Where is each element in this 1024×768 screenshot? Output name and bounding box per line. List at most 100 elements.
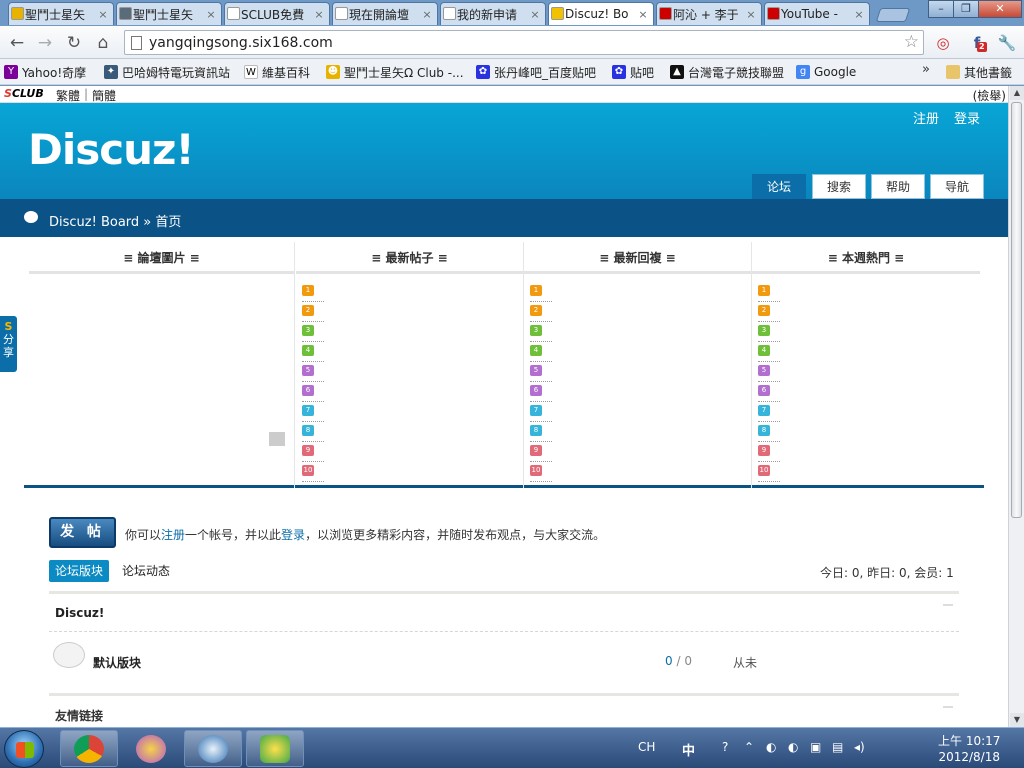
other-bookmarks[interactable]: 其他書籤 xyxy=(946,63,1012,81)
tray-icon[interactable]: ? xyxy=(722,740,728,754)
traditional-link[interactable]: 繁體 xyxy=(56,87,80,104)
hot-list-item[interactable]: 1 xyxy=(302,282,324,302)
home-icon[interactable]: ⌂ xyxy=(92,32,114,54)
maximize-button[interactable]: ❐ xyxy=(953,0,979,18)
taskbar-chrome[interactable] xyxy=(60,730,118,767)
browser-tab[interactable]: 聖鬥士星矢 × xyxy=(8,2,114,25)
browser-tab[interactable]: 阿沁 + 李于 × xyxy=(656,2,762,25)
hot-list-item[interactable]: 6 xyxy=(530,382,552,402)
share-tab[interactable]: S 分 享 xyxy=(0,316,17,372)
hot-list-item[interactable]: 3 xyxy=(758,322,780,342)
tray-icon[interactable]: ▤ xyxy=(832,740,843,754)
hot-list-item[interactable]: 3 xyxy=(530,322,552,342)
new-post-button[interactable]: 发 帖 xyxy=(49,517,116,548)
tray-icon[interactable]: ◐ xyxy=(788,740,798,754)
hot-list-item[interactable]: 2 xyxy=(758,302,780,322)
tab-close-icon[interactable]: × xyxy=(853,8,865,21)
browser-tab[interactable]: 現在開論壇 × xyxy=(332,2,438,25)
site-nav-tab[interactable]: 论坛 xyxy=(752,174,806,199)
tray-icon[interactable]: ⌃ xyxy=(744,740,754,754)
start-button[interactable] xyxy=(4,730,44,768)
bookmarks-more-icon[interactable]: » xyxy=(922,62,930,77)
taskbar-app[interactable] xyxy=(184,730,242,767)
browser-tab[interactable]: YouTube - × xyxy=(764,2,870,25)
taskbar-pps[interactable] xyxy=(246,730,304,767)
taskbar-messenger[interactable] xyxy=(122,730,180,767)
minimize-button[interactable]: – xyxy=(928,0,954,18)
invite-login-link[interactable]: 登录 xyxy=(281,528,305,542)
bookmark-star-icon[interactable]: ☆ xyxy=(904,32,919,52)
bookmark-item[interactable]: g Google xyxy=(796,63,856,81)
tab-close-icon[interactable]: × xyxy=(205,8,217,21)
site-nav-tab[interactable]: 搜索 xyxy=(812,174,866,199)
scroll-down-icon[interactable]: ▼ xyxy=(1010,713,1024,727)
bookmark-item[interactable]: ✦ 巴哈姆特電玩資訊站 xyxy=(104,63,230,81)
hot-list-item[interactable]: 4 xyxy=(758,342,780,362)
back-icon[interactable]: ← xyxy=(6,32,28,54)
tab-close-icon[interactable]: × xyxy=(313,8,325,21)
picture-slide-indicator[interactable] xyxy=(269,432,285,446)
collapse-icon[interactable] xyxy=(943,706,953,708)
bookmark-item[interactable]: ✿ 张丹峰吧_百度贴吧 xyxy=(476,63,596,81)
hot-list-item[interactable]: 6 xyxy=(758,382,780,402)
site-logo[interactable]: Discuz! xyxy=(28,125,195,174)
tab-forum-activity[interactable]: 论坛动态 xyxy=(116,560,176,582)
scroll-thumb[interactable] xyxy=(1011,102,1022,518)
site-nav-tab[interactable]: 导航 xyxy=(930,174,984,199)
bookmark-item[interactable]: ✿ 贴吧 xyxy=(612,63,654,81)
hot-list-item[interactable]: 3 xyxy=(302,322,324,342)
tab-close-icon[interactable]: × xyxy=(637,8,649,21)
hot-list-item[interactable]: 4 xyxy=(302,342,324,362)
address-text[interactable]: yangqingsong.six168.com xyxy=(149,35,333,51)
report-link[interactable]: (檢舉) xyxy=(973,87,1006,104)
bookmark-item[interactable]: ☻ 聖鬥士星矢Ω Club -... xyxy=(326,63,464,81)
hot-list-item[interactable]: 5 xyxy=(758,362,780,382)
hot-list-item[interactable]: 8 xyxy=(758,422,780,442)
hot-list-item[interactable]: 7 xyxy=(758,402,780,422)
login-link[interactable]: 登录 xyxy=(954,108,980,127)
bookmark-item[interactable]: Y Yahoo!奇摩 xyxy=(4,63,86,81)
wrench-icon[interactable]: 🔧 xyxy=(996,32,1018,54)
tab-close-icon[interactable]: × xyxy=(421,8,433,21)
hot-list-item[interactable]: 8 xyxy=(302,422,324,442)
simplified-link[interactable]: 簡體 xyxy=(92,87,116,104)
reload-icon[interactable]: ↻ xyxy=(63,32,85,54)
tray-icon[interactable]: ▣ xyxy=(810,740,821,754)
tray-icon[interactable]: ◂) xyxy=(854,740,865,754)
close-window-button[interactable]: ✕ xyxy=(978,0,1022,18)
weibo-extension-icon[interactable]: ◎ xyxy=(932,32,954,54)
breadcrumb-home-link[interactable]: Discuz! Board xyxy=(49,215,139,230)
browser-tab[interactable]: 我的新申请 × xyxy=(440,2,546,25)
language-indicator[interactable]: CH xyxy=(638,740,655,754)
hot-list-item[interactable]: 6 xyxy=(302,382,324,402)
bookmark-item[interactable]: W 維基百科 xyxy=(244,63,310,81)
bookmark-item[interactable]: ▲ 台灣電子競技聯盟 xyxy=(670,63,784,81)
hot-list-item[interactable]: 4 xyxy=(530,342,552,362)
ime-indicator[interactable]: 中 xyxy=(682,740,695,759)
hot-list-item[interactable]: 10 xyxy=(530,462,552,482)
tray-icon[interactable]: ◐ xyxy=(766,740,776,754)
hot-list-item[interactable]: 9 xyxy=(530,442,552,462)
hot-list-item[interactable]: 1 xyxy=(758,282,780,302)
hot-list-item[interactable]: 1 xyxy=(530,282,552,302)
forward-icon[interactable]: → xyxy=(34,32,56,54)
vertical-scrollbar[interactable]: ▲ ▼ xyxy=(1008,86,1024,727)
scroll-up-icon[interactable]: ▲ xyxy=(1010,86,1024,100)
forum-name[interactable]: 默认版块 xyxy=(93,654,141,671)
hot-list-item[interactable]: 5 xyxy=(302,362,324,382)
hot-list-item[interactable]: 10 xyxy=(302,462,324,482)
register-link[interactable]: 注册 xyxy=(913,108,939,127)
hot-list-item[interactable]: 7 xyxy=(302,402,324,422)
collapse-icon[interactable] xyxy=(943,604,953,606)
hot-list-item[interactable]: 8 xyxy=(530,422,552,442)
hot-list-item[interactable]: 2 xyxy=(302,302,324,322)
browser-tab[interactable]: 聖鬥士星矢 × xyxy=(116,2,222,25)
forum-group-title[interactable]: Discuz! xyxy=(55,606,104,620)
browser-tab[interactable]: SCLUB免費 × xyxy=(224,2,330,25)
tab-close-icon[interactable]: × xyxy=(745,8,757,21)
sclub-logo[interactable]: SCLUB xyxy=(4,87,44,100)
hot-list-item[interactable]: 5 xyxy=(530,362,552,382)
hot-list-item[interactable]: 7 xyxy=(530,402,552,422)
site-nav-tab[interactable]: 帮助 xyxy=(871,174,925,199)
invite-register-link[interactable]: 注册 xyxy=(161,528,185,542)
